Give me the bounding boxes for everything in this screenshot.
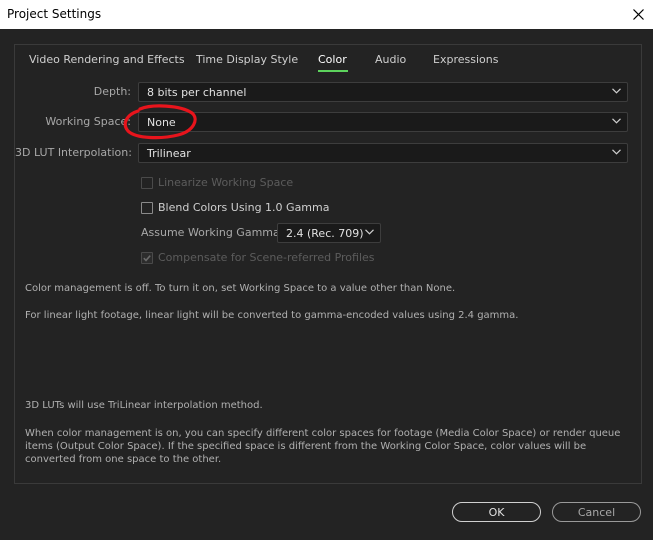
chevron-down-icon [612, 88, 621, 94]
lut-interpolation-label: 3D LUT Interpolation: [15, 146, 132, 159]
tab-audio[interactable]: Audio [375, 53, 406, 66]
tab-color[interactable]: Color [318, 53, 347, 66]
lut-info-message: 3D LUTs will use TriLinear interpolation… [25, 400, 263, 411]
compensate-checkbox[interactable] [141, 252, 153, 264]
checkmark-icon [143, 255, 151, 262]
compensate-label: Compensate for Scene-referred Profiles [158, 251, 375, 264]
close-button[interactable] [623, 0, 653, 29]
blend-gamma-checkbox[interactable] [141, 202, 153, 214]
depth-value: 8 bits per channel [147, 86, 247, 99]
color-management-info-message: When color management is on, you can spe… [25, 428, 621, 465]
assume-gamma-label: Assume Working Gamma: [141, 226, 284, 239]
chevron-down-icon [365, 229, 374, 235]
lut-interpolation-select[interactable]: Trilinear [138, 143, 628, 163]
tab-video-rendering[interactable]: Video Rendering and Effects [29, 53, 185, 66]
linearize-label: Linearize Working Space [158, 176, 294, 189]
working-space-label: Working Space: [45, 115, 131, 128]
working-space-select[interactable]: None [138, 112, 628, 132]
lut-interpolation-value: Trilinear [147, 147, 191, 160]
window-title: Project Settings [7, 7, 102, 21]
linear-light-message: For linear light footage, linear light w… [25, 310, 519, 321]
ok-button[interactable]: OK [452, 502, 541, 522]
tab-expressions[interactable]: Expressions [433, 53, 498, 66]
tab-time-display[interactable]: Time Display Style [196, 53, 298, 66]
settings-panel: Video Rendering and Effects Time Display… [14, 44, 642, 484]
linearize-checkbox[interactable] [141, 177, 153, 189]
color-management-off-message: Color management is off. To turn it on, … [25, 283, 456, 294]
title-bar: Project Settings [0, 0, 653, 29]
chevron-down-icon [612, 118, 621, 124]
chevron-down-icon [612, 149, 621, 155]
close-icon [632, 9, 644, 20]
depth-select[interactable]: 8 bits per channel [138, 82, 628, 102]
active-tab-indicator [318, 70, 348, 72]
assume-gamma-select[interactable]: 2.4 (Rec. 709) [277, 223, 381, 243]
assume-gamma-value: 2.4 (Rec. 709) [286, 227, 364, 240]
depth-label: Depth: [93, 85, 131, 98]
cancel-button[interactable]: Cancel [552, 502, 641, 522]
working-space-value: None [147, 116, 176, 129]
blend-gamma-label: Blend Colors Using 1.0 Gamma [158, 201, 330, 214]
